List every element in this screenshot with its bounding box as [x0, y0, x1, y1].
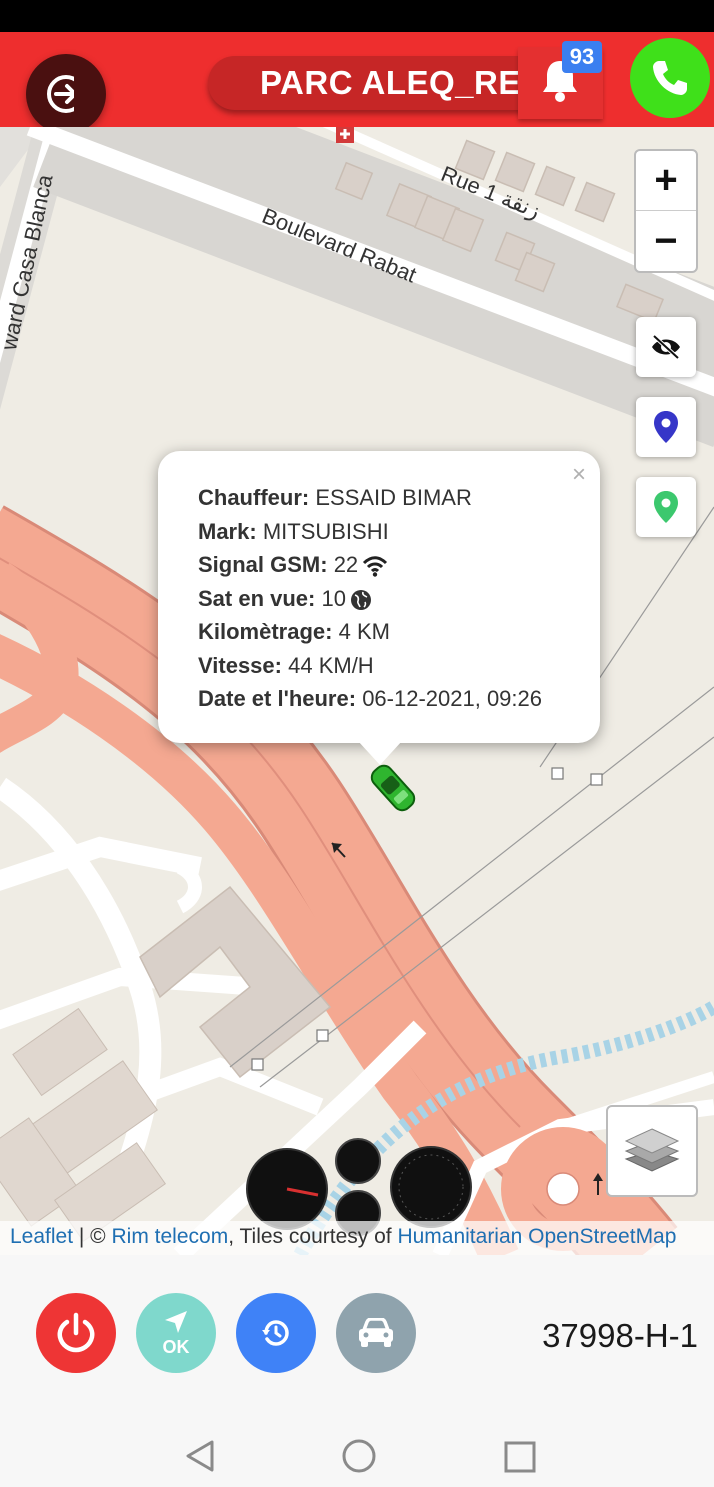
wifi-icon — [363, 556, 388, 577]
system-nav-bar — [0, 1417, 714, 1487]
zoom-out-button[interactable]: − — [636, 211, 696, 271]
popup-row-driver: Chauffeur: ESSAID BIMAR — [198, 485, 472, 510]
zoom-in-button[interactable]: + — [636, 151, 696, 211]
call-button[interactable] — [630, 38, 710, 118]
blue-marker-button[interactable] — [636, 397, 696, 457]
hide-markers-button[interactable] — [636, 317, 696, 377]
popup-row-mark: Mark: MITSUBISHI — [198, 518, 389, 544]
popup-row-speed: Vitesse: 44 KM/H — [198, 652, 374, 678]
popup-row-gsm: Signal GSM: 22 — [198, 548, 600, 582]
layers-icon — [624, 1128, 680, 1172]
vehicle-button[interactable] — [336, 1293, 416, 1373]
navigation-arrow-icon — [165, 1310, 187, 1333]
bottom-action-bar: OK 37998-H-1 — [0, 1255, 714, 1417]
popup-close-button[interactable]: × — [572, 461, 586, 489]
recents-nav-icon[interactable] — [504, 1441, 536, 1473]
hot-osm-link[interactable]: Humanitarian OpenStreetMap — [397, 1225, 676, 1248]
license-plate: 37998-H-1 — [542, 1317, 698, 1354]
home-nav-icon[interactable] — [342, 1439, 376, 1473]
leaflet-link[interactable]: Leaflet — [10, 1225, 73, 1248]
notification-badge: 93 — [562, 41, 602, 73]
map-attribution: Leaflet | © Rim telecom, Tiles courtesy … — [0, 1221, 714, 1255]
green-marker-button[interactable] — [636, 477, 696, 537]
notifications-button[interactable]: 93 — [518, 41, 603, 119]
app-root: PARC ALEQ_REDI 93 Boulevard Rabat Rue 1 … — [0, 0, 714, 1487]
blue-marker-icon — [654, 411, 678, 443]
popup-row-satellites: Sat en vue: 10 — [198, 582, 600, 616]
zoom-control: + − — [634, 149, 698, 273]
power-button[interactable] — [36, 1293, 116, 1373]
green-marker-icon — [654, 491, 678, 523]
globe-icon — [350, 589, 371, 610]
popup-row-mileage: Kilomètrage: 4 KM — [198, 619, 390, 644]
page-title: PARC ALEQ_REDI — [260, 64, 555, 101]
eye-slash-icon — [652, 334, 680, 360]
ok-label: OK — [162, 1336, 190, 1357]
phone-icon — [653, 61, 687, 95]
back-nav-icon[interactable] — [184, 1439, 216, 1473]
logout-button[interactable] — [26, 54, 106, 134]
status-bar — [0, 0, 714, 32]
app-header: PARC ALEQ_REDI 93 — [0, 32, 714, 134]
map-view[interactable]: Boulevard Rabat Rue 1 زنقة ward Casa Bla… — [0, 127, 714, 1255]
history-button[interactable] — [236, 1293, 316, 1373]
layers-button[interactable] — [606, 1105, 698, 1197]
navigate-ok-button[interactable]: OK — [136, 1293, 216, 1373]
power-icon — [57, 1312, 95, 1353]
logout-icon — [47, 75, 88, 113]
popup-tip — [358, 741, 402, 765]
rim-telecom-link[interactable]: Rim telecom — [112, 1225, 229, 1248]
vehicle-info-popup: × Chauffeur: ESSAID BIMAR Mark: MITSUBIS… — [158, 451, 600, 743]
car-icon — [359, 1318, 393, 1347]
history-icon — [262, 1320, 289, 1346]
popup-row-datetime: Date et l'heure: 06-12-2021, 09:26 — [198, 686, 543, 711]
